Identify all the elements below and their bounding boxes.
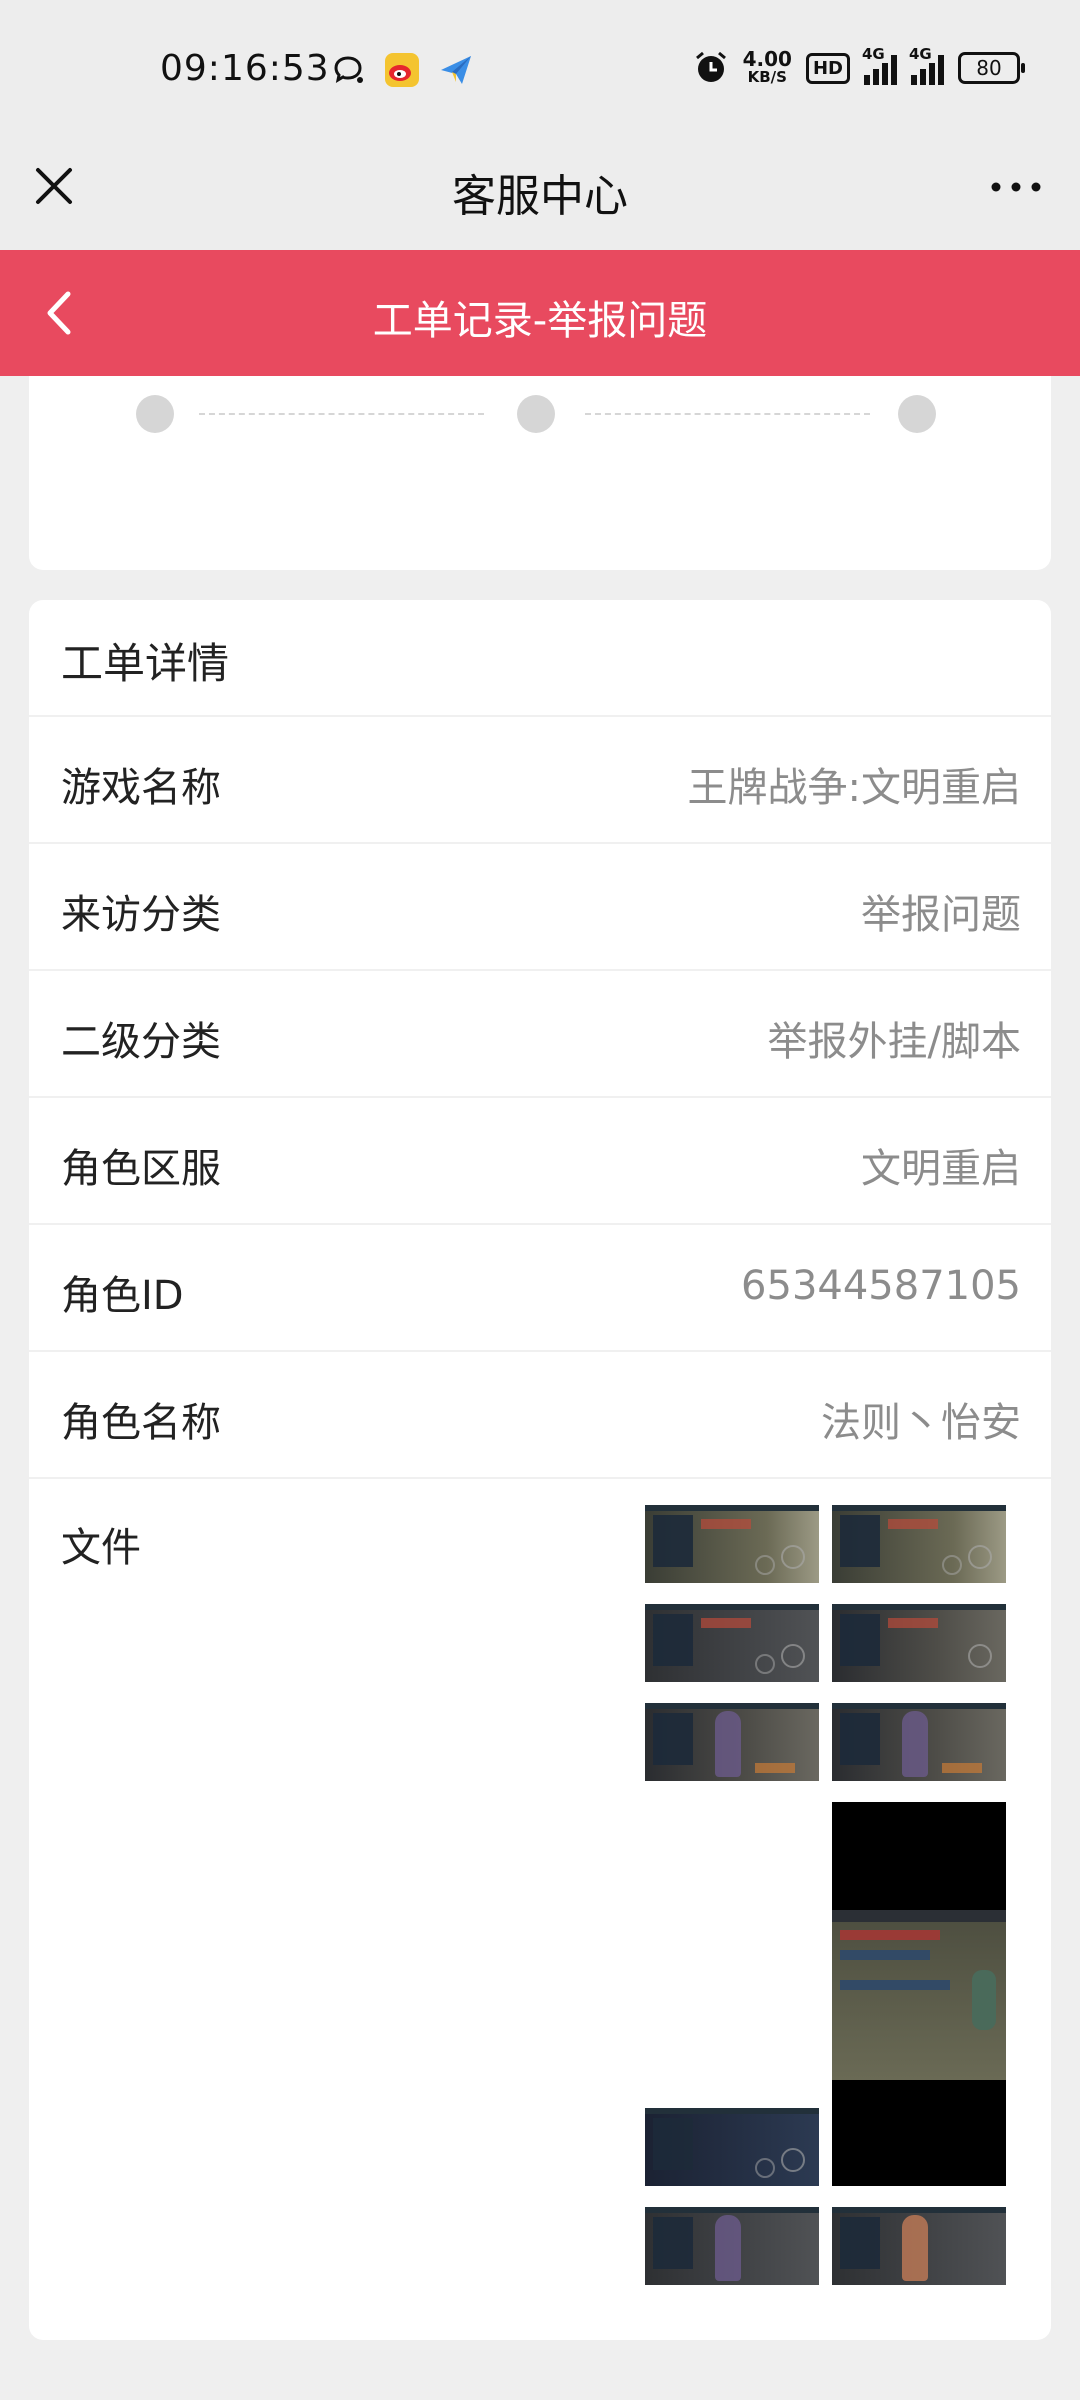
signal-label: 4G bbox=[862, 45, 885, 63]
progress-step-dot bbox=[898, 395, 936, 433]
ticket-header-title: 工单记录-举报问题 bbox=[372, 298, 708, 344]
row-value: 王牌战争:文明重启 bbox=[687, 765, 1021, 811]
detail-row-role-name: 角色名称 法则丶怡安 bbox=[29, 1350, 1051, 1478]
ticket-header: 工单记录-举报问题 bbox=[0, 250, 1080, 376]
detail-row-sub-category: 二级分类 举报外挂/脚本 bbox=[29, 969, 1051, 1097]
net-speed-value: 4.00 bbox=[742, 47, 792, 71]
progress-step-line bbox=[199, 413, 484, 415]
file-thumbnail[interactable] bbox=[645, 1505, 819, 1583]
row-label: 角色名称 bbox=[61, 1400, 221, 1446]
weibo-icon bbox=[385, 53, 419, 87]
progress-step-line bbox=[585, 413, 870, 415]
top-nav: 客服中心 bbox=[0, 140, 1080, 250]
net-speed-unit: KB/S bbox=[747, 68, 787, 86]
row-value: 法则丶怡安 bbox=[821, 1400, 1021, 1446]
battery-icon: 80 bbox=[958, 52, 1025, 84]
row-value: 举报外挂/脚本 bbox=[767, 1019, 1021, 1065]
file-thumbnail[interactable] bbox=[832, 2207, 1006, 2285]
alarm-icon bbox=[695, 51, 726, 82]
page-title: 客服中心 bbox=[452, 171, 628, 222]
signal-icon: 4G bbox=[909, 45, 944, 85]
more-icon[interactable] bbox=[986, 172, 1046, 202]
paper-plane-icon bbox=[441, 56, 471, 84]
file-thumbnail[interactable] bbox=[645, 2207, 819, 2285]
files-label: 文件 bbox=[61, 1525, 141, 1571]
file-thumbnail[interactable] bbox=[832, 1703, 1006, 1781]
row-label: 二级分类 bbox=[61, 1019, 221, 1065]
detail-heading: 工单详情 bbox=[61, 639, 230, 688]
row-label: 角色区服 bbox=[61, 1146, 221, 1192]
progress-step-dot bbox=[136, 395, 174, 433]
detail-card: 工单详情 游戏名称 王牌战争:文明重启 来访分类 举报问题 二级分类 举报外挂/… bbox=[29, 600, 1051, 2340]
row-label: 角色ID bbox=[61, 1273, 184, 1319]
row-value: 举报问题 bbox=[861, 892, 1021, 938]
file-thumbnail[interactable] bbox=[832, 1802, 1006, 2186]
hd-icon: HD bbox=[805, 52, 850, 84]
net-speed: 4.00 KB/S bbox=[742, 47, 792, 86]
file-thumbnail[interactable] bbox=[832, 1604, 1006, 1682]
detail-row-role-id: 角色ID 65344587105 bbox=[29, 1223, 1051, 1351]
detail-row-server: 角色区服 文明重启 bbox=[29, 1096, 1051, 1224]
file-thumbnail[interactable] bbox=[645, 2108, 819, 2186]
status-time: 09:16:53 bbox=[160, 48, 330, 89]
signal-icon: 4G bbox=[862, 45, 897, 85]
status-icons-right: 4.00 KB/S HD 4G 4G 80 bbox=[693, 45, 1025, 86]
file-thumbnail[interactable] bbox=[645, 1703, 819, 1781]
chat-bubble-icon bbox=[334, 56, 363, 84]
file-thumbnail[interactable] bbox=[645, 1604, 819, 1682]
progress-step-dot bbox=[517, 395, 555, 433]
status-bar: 09:16:53 4.00 KB/S HD 4G 4G 80 bbox=[0, 0, 1080, 140]
signal-label: 4G bbox=[909, 45, 932, 63]
row-value: 65344587105 bbox=[741, 1263, 1021, 1309]
row-label: 游戏名称 bbox=[61, 765, 221, 811]
file-thumbnail[interactable] bbox=[832, 1505, 1006, 1583]
row-label: 来访分类 bbox=[61, 892, 221, 938]
detail-row-game-name: 游戏名称 王牌战争:文明重启 bbox=[29, 715, 1051, 843]
status-icons-left bbox=[330, 52, 474, 88]
row-value: 文明重启 bbox=[861, 1146, 1021, 1192]
detail-row-visit-category: 来访分类 举报问题 bbox=[29, 842, 1051, 970]
divider bbox=[29, 1477, 1051, 1479]
